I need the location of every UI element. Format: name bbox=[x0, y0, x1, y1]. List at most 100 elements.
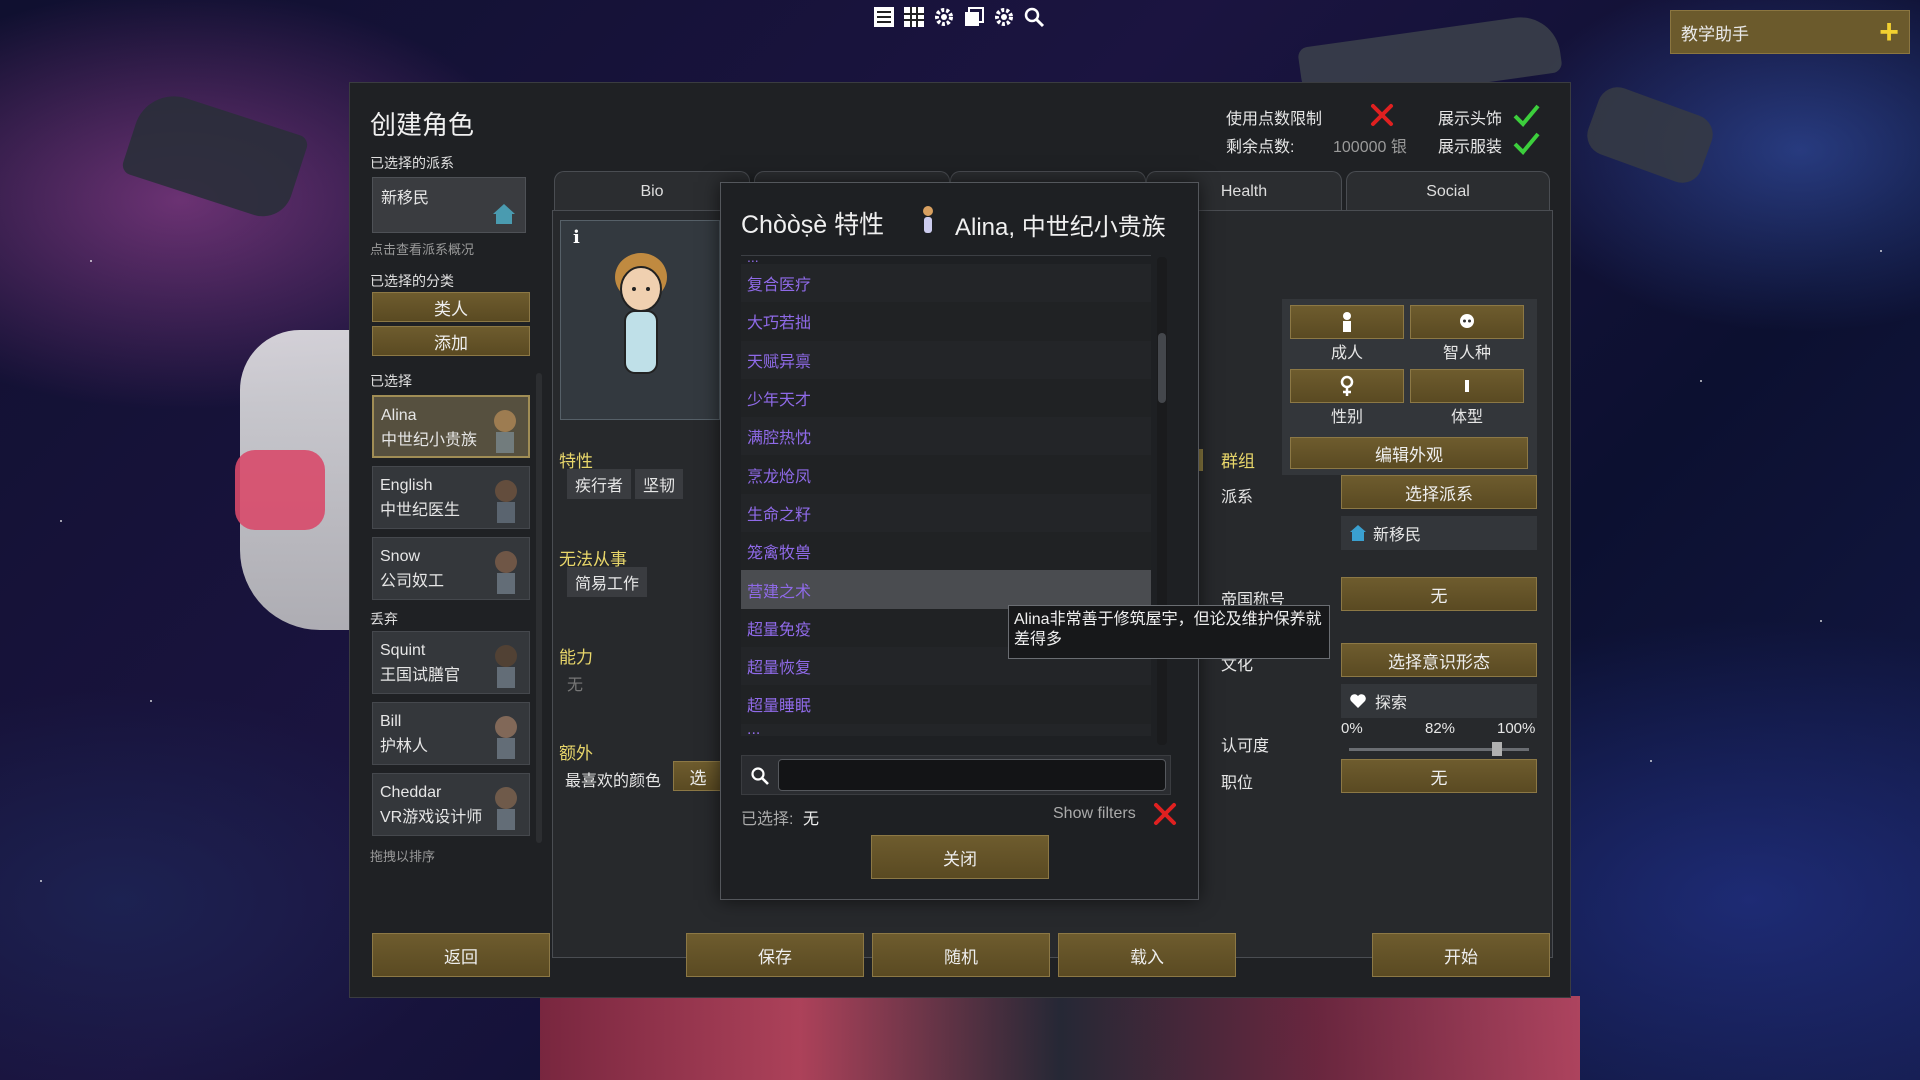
selected-section-label: 已选择 bbox=[370, 373, 412, 389]
gear-icon[interactable] bbox=[932, 4, 956, 30]
abilities-section-label: 能力 bbox=[559, 648, 593, 667]
pawn-card-alina[interactable]: Alina 中世纪小贵族 bbox=[372, 395, 530, 458]
trait-list-scrollbar-track[interactable] bbox=[1157, 257, 1167, 745]
trait-row[interactable]: 大巧若拙 bbox=[741, 302, 1151, 341]
pawn-portrait-icon bbox=[495, 787, 517, 830]
trait-chip[interactable]: 坚韧 bbox=[635, 469, 684, 499]
body-type-button[interactable] bbox=[1410, 369, 1524, 403]
choose-faction-button[interactable]: 选择派系 bbox=[1341, 475, 1537, 509]
show-filters-label: Show filters bbox=[1053, 805, 1136, 822]
show-headgear-check-icon[interactable] bbox=[1512, 101, 1540, 129]
pawn-card-cheddar[interactable]: Cheddar VR游戏设计师 bbox=[372, 773, 530, 836]
ideoligion-value-box[interactable]: 探索 bbox=[1341, 684, 1537, 718]
faction-value: 新移民 bbox=[1373, 527, 1422, 544]
certainty-current: 82% bbox=[1425, 720, 1456, 737]
dialog-title: Chòòṣè 特性 bbox=[741, 211, 885, 239]
portrait-box: i bbox=[560, 220, 720, 420]
body-type-label: 体型 bbox=[1450, 409, 1483, 426]
load-button[interactable]: 载入 bbox=[1058, 933, 1236, 977]
extra-section-label: 额外 bbox=[559, 744, 593, 763]
certainty-max: 100% bbox=[1497, 720, 1536, 737]
trait-row[interactable]: 笼禽牧兽 bbox=[741, 532, 1151, 571]
back-button[interactable]: 返回 bbox=[372, 933, 550, 977]
trait-chip[interactable]: 疾行者 bbox=[567, 469, 632, 499]
favorite-color-label: 最喜欢的颜色 bbox=[565, 773, 662, 790]
body-type-icon bbox=[1465, 380, 1469, 392]
pawn-portrait-icon bbox=[615, 253, 667, 374]
trait-row-partial[interactable]: ... bbox=[741, 723, 1151, 736]
show-filters-cross-icon[interactable] bbox=[1151, 800, 1179, 828]
abilities-value: 无 bbox=[567, 677, 584, 694]
pawn-list-scrollbar[interactable] bbox=[536, 373, 542, 843]
favorite-color-button[interactable]: 选 bbox=[673, 761, 723, 791]
certainty-slider-handle[interactable] bbox=[1491, 742, 1502, 756]
category-button[interactable]: 类人 bbox=[372, 292, 530, 322]
faction-label: 派系 bbox=[1221, 489, 1254, 506]
close-button[interactable]: 关闭 bbox=[871, 835, 1049, 879]
role-button[interactable]: 无 bbox=[1341, 759, 1537, 793]
species-label: 智人种 bbox=[1442, 345, 1491, 362]
start-button[interactable]: 开始 bbox=[1372, 933, 1550, 977]
choose-ideoligion-button[interactable]: 选择意识形态 bbox=[1341, 643, 1537, 677]
grid-icon[interactable] bbox=[902, 4, 926, 30]
certainty-slider-track[interactable] bbox=[1349, 748, 1529, 751]
point-limit-toggle-cross-icon[interactable] bbox=[1368, 101, 1396, 129]
appearance-panel: 成人 智人种 性别 体型 编辑外观 bbox=[1282, 299, 1537, 475]
faction-box[interactable]: 新移民 bbox=[372, 177, 526, 233]
trait-list: ... 复合医疗 大巧若拙 天赋异禀 少年天才 满腔热忱 烹龙炝凤 生命之籽 笼禽牧兽 营建之术… bbox=[741, 255, 1151, 747]
trait-search-input[interactable] bbox=[778, 759, 1166, 791]
pawn-card-squint[interactable]: Squint 王国试膳官 bbox=[372, 631, 530, 694]
show-apparel-check-icon[interactable] bbox=[1512, 129, 1540, 157]
save-button[interactable]: 保存 bbox=[686, 933, 864, 977]
background-spaceship-left bbox=[120, 85, 310, 225]
edit-appearance-button[interactable]: 编辑外观 bbox=[1290, 437, 1528, 469]
person-icon bbox=[1343, 312, 1351, 332]
trait-row[interactable]: 满腔热忱 bbox=[741, 417, 1151, 456]
points-left-label: 剩余点数: bbox=[1226, 139, 1295, 156]
pawn-card-bill[interactable]: Bill 护林人 bbox=[372, 702, 530, 765]
house-icon bbox=[1350, 525, 1366, 541]
tutor-button[interactable]: 教学助手 + bbox=[1670, 10, 1910, 54]
trait-row[interactable]: 天赋异禀 bbox=[741, 340, 1151, 379]
adult-button[interactable] bbox=[1290, 305, 1404, 339]
trait-row[interactable]: 少年天才 bbox=[741, 378, 1151, 418]
page-title: 创建角色 bbox=[370, 110, 475, 140]
pawn-mini-icon bbox=[923, 206, 933, 233]
gender-button[interactable] bbox=[1290, 369, 1404, 403]
random-button[interactable]: 随机 bbox=[872, 933, 1050, 977]
tab-social[interactable]: Social bbox=[1346, 171, 1550, 211]
trait-tooltip: Alina非常善于修筑屋宇，但论及维护保养就差得多 bbox=[1008, 605, 1330, 659]
trait-list-scrollbar-thumb[interactable] bbox=[1158, 333, 1166, 403]
incapable-chip: 简易工作 bbox=[567, 567, 648, 597]
faction-value-box[interactable]: 新移民 bbox=[1341, 516, 1537, 550]
dialog-pawn-name: Alina, 中世纪小贵族 bbox=[955, 214, 1166, 241]
info-icon[interactable]: i bbox=[573, 227, 580, 248]
top-toolbar bbox=[872, 4, 1046, 30]
role-label: 职位 bbox=[1221, 775, 1254, 792]
certainty-label: 认可度 bbox=[1221, 738, 1270, 755]
search-icon[interactable] bbox=[1022, 4, 1046, 30]
ideoligion-value: 探索 bbox=[1375, 695, 1408, 712]
pawn-card-english[interactable]: English 中世纪医生 bbox=[372, 466, 530, 529]
trait-row[interactable]: 烹龙炝凤 bbox=[741, 455, 1151, 494]
trait-row[interactable]: 营建之术 bbox=[741, 570, 1151, 609]
add-button[interactable]: 添加 bbox=[372, 326, 530, 356]
show-headgear-label: 展示头饰 bbox=[1438, 111, 1503, 128]
stack-icon[interactable] bbox=[962, 4, 986, 30]
gear-icon[interactable] bbox=[992, 4, 1016, 30]
faction-hint: 点击查看派系概况 bbox=[370, 242, 475, 257]
trait-row[interactable]: 生命之籽 bbox=[741, 493, 1151, 533]
faction-name: 新移民 bbox=[381, 190, 430, 207]
adult-label: 成人 bbox=[1330, 345, 1363, 362]
background-mech-hand bbox=[235, 450, 325, 530]
background-spaceship-right-small bbox=[1581, 81, 1719, 189]
tutor-label: 教学助手 bbox=[1681, 24, 1749, 44]
trait-row-partial[interactable]: ... bbox=[741, 256, 1151, 264]
imperial-title-button[interactable]: 无 bbox=[1341, 577, 1537, 611]
trait-row[interactable]: 超量睡眠 bbox=[741, 685, 1151, 724]
pawn-card-snow[interactable]: Snow 公司奴工 bbox=[372, 537, 530, 600]
menu-list-icon[interactable] bbox=[872, 4, 896, 30]
trait-row[interactable]: 复合医疗 bbox=[741, 264, 1151, 303]
selected-trait-label: 已选择: bbox=[741, 811, 794, 828]
species-button[interactable] bbox=[1410, 305, 1524, 339]
